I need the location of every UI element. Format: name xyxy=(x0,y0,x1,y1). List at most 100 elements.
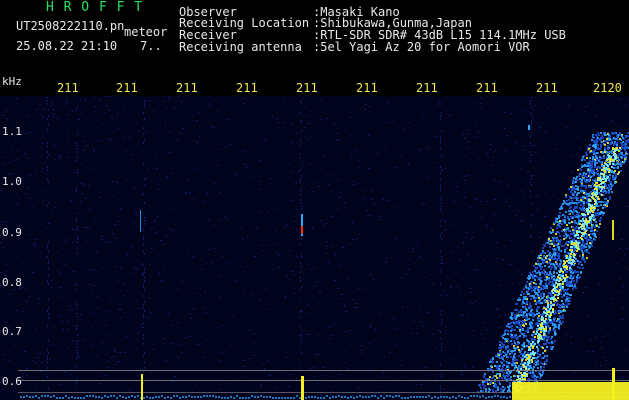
signal-trace-point xyxy=(590,205,592,207)
noise-streak xyxy=(301,187,302,189)
noise-streak xyxy=(441,112,442,114)
noise-speck xyxy=(451,389,453,390)
signal-point xyxy=(520,357,522,359)
signal-trace-point xyxy=(554,288,556,290)
baseline-point xyxy=(131,395,133,397)
noise-speck xyxy=(247,236,249,237)
signal-point xyxy=(568,253,570,255)
signal-trace-point xyxy=(589,219,591,221)
signal-point xyxy=(596,167,598,169)
noise-speck xyxy=(138,131,140,132)
signal-point xyxy=(540,302,542,304)
signal-point xyxy=(578,212,580,214)
signal-point xyxy=(595,178,597,180)
noise-speck xyxy=(369,327,371,328)
noise-streak xyxy=(77,235,78,237)
noise-speck xyxy=(407,193,409,194)
x-tick-label: 211 xyxy=(476,81,498,95)
noise-speck xyxy=(504,246,506,247)
signal-point xyxy=(558,318,560,320)
signal-point xyxy=(577,274,579,276)
signal-point xyxy=(593,170,595,172)
noise-speck xyxy=(196,120,198,121)
signal-point xyxy=(586,243,588,245)
noise-speck xyxy=(443,389,445,390)
noise-streak xyxy=(301,130,302,132)
noise-speck xyxy=(23,106,25,107)
signal-trace-point xyxy=(532,345,534,347)
baseline-point xyxy=(206,395,208,397)
signal-point xyxy=(580,169,582,171)
signal-point xyxy=(535,283,537,285)
signal-point xyxy=(597,196,599,198)
noise-speck xyxy=(187,180,189,181)
signal-point xyxy=(511,343,513,345)
noise-speck xyxy=(212,391,214,392)
noise-speck xyxy=(57,230,59,231)
noise-speck xyxy=(439,268,441,269)
noise-speck xyxy=(0,272,2,273)
signal-point xyxy=(498,373,500,375)
signal-point xyxy=(553,250,555,252)
signal-point xyxy=(521,359,523,361)
noise-speck xyxy=(590,339,592,340)
noise-speck xyxy=(469,133,471,134)
signal-point xyxy=(537,260,539,262)
noise-speck xyxy=(4,354,6,355)
noise-speck xyxy=(521,154,523,155)
signal-point xyxy=(554,310,556,312)
noise-speck xyxy=(574,372,576,373)
signal-point xyxy=(593,151,595,153)
signal-point xyxy=(543,339,545,341)
signal-point xyxy=(539,274,541,276)
signal-point xyxy=(530,284,532,286)
noise-speck xyxy=(577,136,579,137)
noise-speck xyxy=(514,326,516,327)
noise-speck xyxy=(172,381,174,382)
signal-point xyxy=(555,233,557,235)
noise-speck xyxy=(104,226,106,227)
signal-point xyxy=(507,378,509,380)
noise-speck xyxy=(108,275,110,276)
signal-point xyxy=(504,338,506,340)
signal-trace-point xyxy=(609,158,611,160)
noise-speck xyxy=(208,219,210,220)
noise-speck xyxy=(497,279,499,280)
noise-speck xyxy=(265,245,267,246)
noise-speck xyxy=(464,197,466,198)
noise-speck xyxy=(243,103,245,104)
signal-trace-point xyxy=(594,184,596,186)
baseline-point xyxy=(446,396,448,398)
noise-speck xyxy=(2,115,4,116)
noise-speck xyxy=(374,329,376,330)
signal-point xyxy=(538,270,540,272)
noise-streak xyxy=(441,349,442,351)
noise-speck xyxy=(474,103,476,104)
noise-speck xyxy=(328,270,330,271)
baseline-point xyxy=(395,395,397,397)
signal-point xyxy=(553,239,555,241)
noise-streak xyxy=(440,394,441,396)
noise-speck xyxy=(56,201,58,202)
signal-point xyxy=(596,140,598,142)
signal-point xyxy=(482,381,484,383)
signal-point xyxy=(500,361,502,363)
noise-speck xyxy=(88,284,90,285)
noise-speck xyxy=(621,239,623,240)
noise-speck xyxy=(284,297,286,298)
noise-speck xyxy=(10,162,12,163)
noise-speck xyxy=(373,203,375,204)
signal-point xyxy=(556,260,558,262)
noise-speck xyxy=(56,394,58,395)
signal-point xyxy=(518,355,520,357)
signal-point xyxy=(588,179,590,181)
noise-speck xyxy=(376,153,378,154)
noise-speck xyxy=(326,246,328,247)
noise-speck xyxy=(187,254,189,255)
signal-point xyxy=(609,177,611,179)
noise-speck xyxy=(570,209,572,210)
noise-speck xyxy=(326,223,328,224)
signal-point xyxy=(573,182,575,184)
noise-speck xyxy=(243,292,245,293)
noise-streak xyxy=(48,109,49,111)
